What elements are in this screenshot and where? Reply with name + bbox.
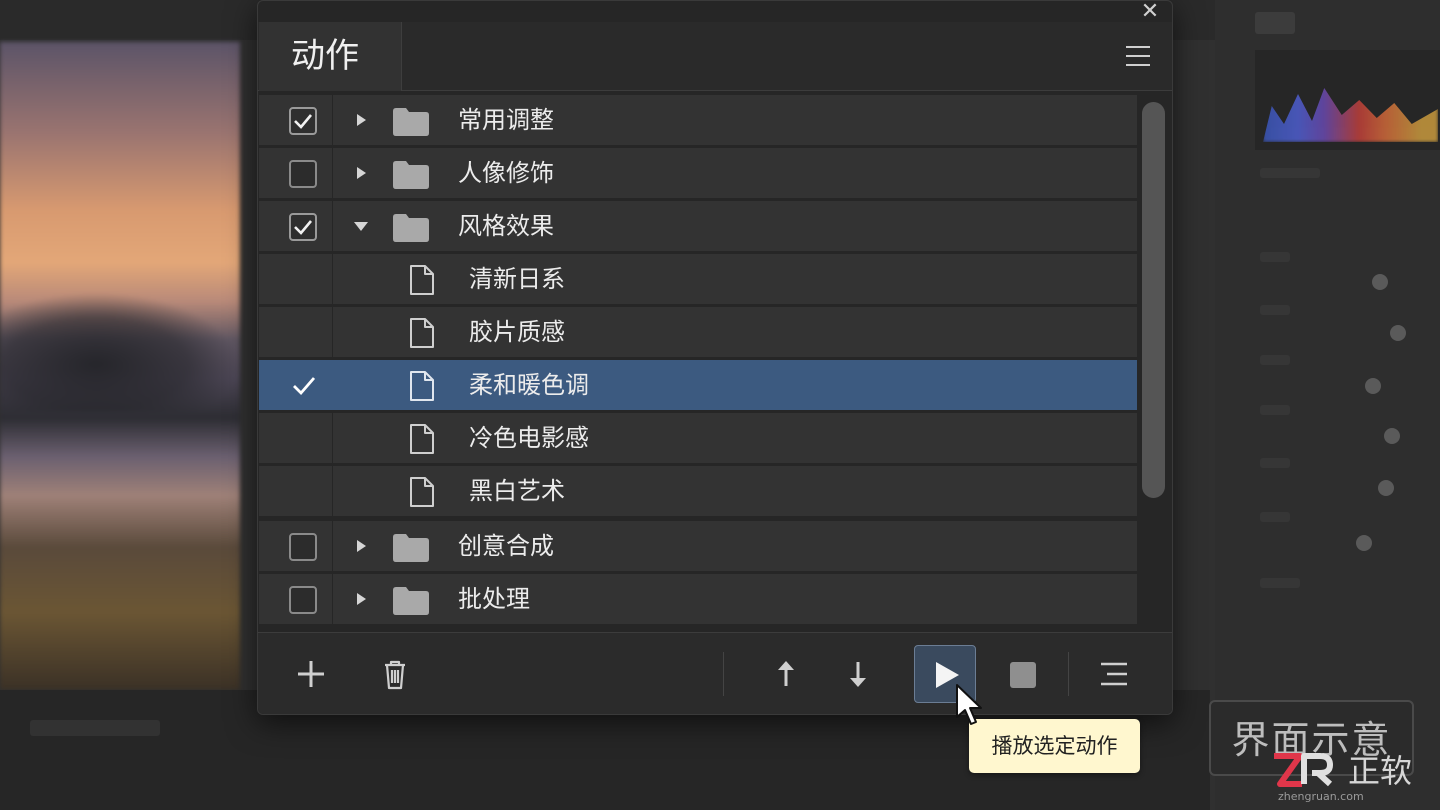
toggle-checkbox[interactable] [289,586,317,614]
action-set-label: 人像修饰 [458,159,554,187]
actions-list: 常用调整 人像修饰 风格效果 清新日系 胶片质感 柔和暖色调 冷色电影感 黑白艺… [259,95,1137,630]
action-label: 胶片质感 [469,318,565,346]
background-histogram [1255,50,1440,150]
logo-text: 正软 [1348,752,1412,790]
close-button[interactable]: ✕ [1136,0,1164,24]
add-icon[interactable] [289,652,333,696]
toggle-cell[interactable] [259,307,333,358]
arrow-down-icon[interactable] [836,652,880,696]
toggle-checkbox[interactable] [289,160,317,188]
panel-menu-button[interactable] [1124,44,1152,70]
toggle-cell [259,148,333,199]
toggle-cell[interactable] [259,254,333,305]
background-slider-knob [1384,428,1400,444]
toggle-cell[interactable] [259,413,333,464]
checkmark-icon [294,220,312,235]
toggle-cell [259,201,333,252]
expand-arrow-icon[interactable] [353,591,369,607]
collapse-arrow-icon[interactable] [353,218,369,234]
action-set-row[interactable]: 批处理 [259,574,1137,625]
background-slider [1260,355,1290,365]
toggle-cell[interactable] [259,466,333,517]
folder-icon [393,534,429,562]
action-row[interactable]: 胶片质感 [259,307,1137,358]
toolbar-divider [723,652,724,696]
background-slider [1260,168,1320,178]
checkmark-icon [294,114,312,129]
action-row[interactable]: 冷色电影感 [259,413,1137,464]
background-slider [1260,252,1290,262]
action-row[interactable]: 黑白艺术 [259,466,1137,517]
document-icon [410,477,434,507]
action-label: 柔和暖色调 [469,371,589,399]
background-slider-knob [1372,274,1388,290]
document-icon [410,318,434,348]
action-set-label: 风格效果 [458,212,554,240]
tab-actions[interactable]: 动作 [259,22,402,91]
background-slider-knob [1356,535,1372,551]
expand-arrow-icon[interactable] [353,165,369,181]
background-slider [1260,512,1290,522]
folder-icon [393,214,429,242]
document-icon [410,265,434,295]
arrow-up-icon[interactable] [764,652,808,696]
toggle-checkbox[interactable] [289,107,317,135]
toolbar-divider [1068,652,1069,696]
background-slider-knob [1365,378,1381,394]
folder-icon [393,161,429,189]
toggle-cell [259,574,333,625]
background-photo-canvas [0,42,240,690]
menu-icon [1126,46,1150,48]
zr-logo-icon: 正软 zhengruan.com [1274,752,1412,803]
stop-icon[interactable] [1010,662,1036,688]
scrollbar-thumb[interactable] [1142,102,1165,498]
expand-arrow-icon[interactable] [353,538,369,554]
action-set-row[interactable]: 风格效果 [259,201,1137,252]
logo-url: zhengruan.com [1278,790,1364,803]
expand-arrow-icon[interactable] [353,112,369,128]
document-icon [410,371,434,401]
toggle-checkbox[interactable] [289,533,317,561]
background-slider-knob [1378,480,1394,496]
action-label: 清新日系 [469,265,565,293]
trash-icon[interactable] [373,652,417,696]
background-slider [1260,305,1290,315]
background-right-tab [1255,12,1295,34]
mouse-cursor-icon [956,684,982,725]
background-slider [1260,405,1290,415]
list-icon[interactable] [1092,652,1136,696]
toggle-cell [259,521,333,572]
action-row-selected[interactable]: 柔和暖色调 [259,360,1137,411]
background-slider [1260,458,1290,468]
action-set-row[interactable]: 人像修饰 [259,148,1137,199]
action-row[interactable]: 清新日系 [259,254,1137,305]
action-set-row[interactable]: 常用调整 [259,95,1137,146]
toggle-cell [259,95,333,146]
action-label: 冷色电影感 [469,424,589,452]
background-bottom-label [30,720,160,736]
action-set-label: 常用调整 [458,106,554,134]
background-slider-knob [1390,325,1406,341]
action-set-label: 创意合成 [458,532,554,560]
action-set-row[interactable]: 创意合成 [259,521,1137,572]
background-slider [1260,578,1300,588]
folder-icon [393,108,429,136]
tooltip: 播放选定动作 [969,719,1140,773]
folder-icon [393,587,429,615]
toggle-checkbox[interactable] [289,213,317,241]
checkmark-icon[interactable] [291,374,317,398]
action-label: 黑白艺术 [469,477,565,505]
document-icon [410,424,434,454]
action-set-label: 批处理 [458,585,530,613]
